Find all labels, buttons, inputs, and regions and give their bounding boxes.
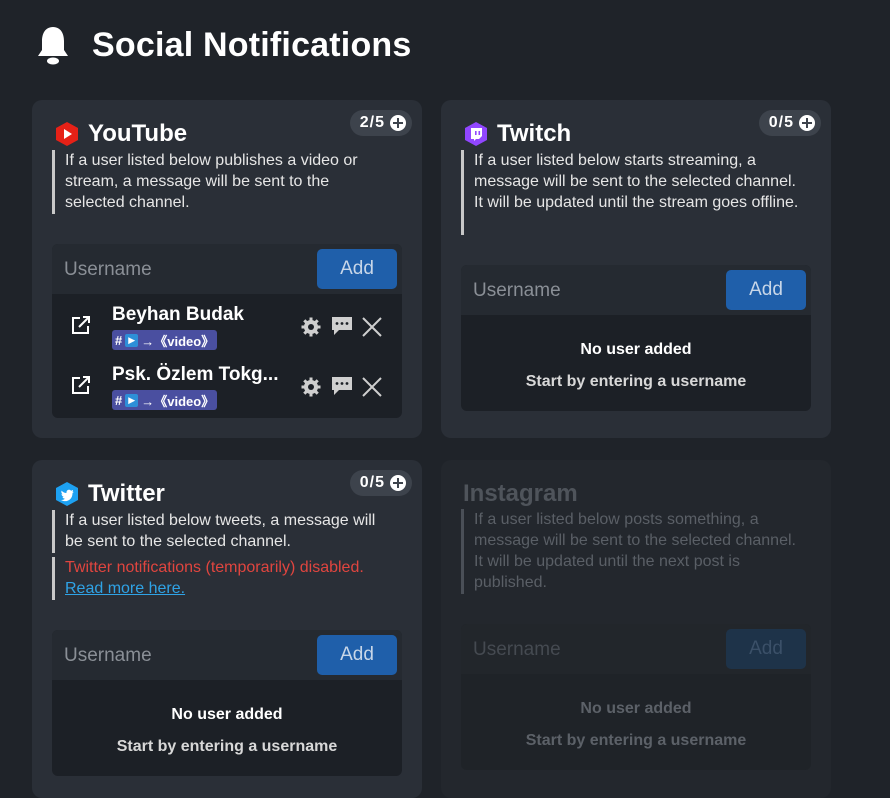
instagram-title: Instagram <box>463 480 578 507</box>
channel-tag[interactable]: # ▶ →《video》 <box>112 390 218 410</box>
close-icon[interactable] <box>362 377 382 397</box>
channel-tag[interactable]: # ▶ →《video》 <box>112 330 218 350</box>
twitter-counter[interactable]: 0/5 <box>349 470 412 496</box>
twitter-panel: Add No user added Start by entering a us… <box>52 630 402 776</box>
bell-icon <box>38 27 68 65</box>
external-link-icon[interactable] <box>70 374 92 396</box>
twitter-icon <box>56 482 78 506</box>
page-title: Social Notifications <box>92 25 412 64</box>
youtube-add-button[interactable]: Add <box>317 249 397 289</box>
gear-icon[interactable] <box>301 317 321 337</box>
twitch-card: Twitch 0/5 If a user listed below starts… <box>441 100 831 438</box>
add-icon[interactable] <box>389 474 407 492</box>
instagram-input-row: Add <box>461 624 811 676</box>
empty-state: No user added Start by entering a userna… <box>116 706 338 755</box>
twitch-add-button[interactable]: Add <box>726 270 806 310</box>
video-channel-icon: ▶ <box>125 393 139 407</box>
youtube-description: If a user listed below publishes a video… <box>52 150 387 214</box>
message-icon[interactable] <box>331 376 353 396</box>
twitch-title: Twitch <box>463 120 571 148</box>
list-item: Beyhan Budak # ▶ →《video》 <box>52 294 402 354</box>
video-channel-icon: ▶ <box>125 333 139 347</box>
read-more-link[interactable]: Read more here. <box>65 580 185 597</box>
twitter-input-row: Add <box>52 630 402 682</box>
twitch-counter[interactable]: 0/5 <box>758 110 821 136</box>
message-icon[interactable] <box>331 316 353 336</box>
youtube-icon <box>56 122 78 146</box>
page-header: Social Notifications <box>36 24 412 66</box>
twitter-title: Twitter <box>54 480 165 508</box>
twitter-warning: Twitter notifications (temporarily) disa… <box>52 557 397 600</box>
youtube-panel: Add Beyhan Budak #▶→《video》 P <box>52 244 402 418</box>
twitter-username-input[interactable] <box>52 630 326 682</box>
external-link-icon[interactable] <box>70 314 92 336</box>
instagram-add-button[interactable]: Add <box>726 629 806 669</box>
twitch-description: If a user listed below starts streaming,… <box>461 150 806 235</box>
twitter-add-button[interactable]: Add <box>317 635 397 675</box>
add-icon[interactable] <box>798 114 816 132</box>
twitch-icon <box>465 122 487 146</box>
instagram-panel: Add No user added Start by entering a us… <box>461 624 811 770</box>
list-item: Psk. Özlem Tokg... # ▶ →《video》 <box>52 354 402 414</box>
twitter-description: If a user listed below tweets, a message… <box>52 510 397 553</box>
empty-state: No user added Start by entering a userna… <box>525 341 747 390</box>
twitch-username-input[interactable] <box>461 265 735 317</box>
twitter-card: Twitter 0/5 If a user listed below tweet… <box>32 460 422 798</box>
empty-state: No user added Start by entering a userna… <box>525 700 747 749</box>
instagram-username-input[interactable] <box>461 624 735 676</box>
youtube-title: YouTube <box>54 120 187 148</box>
youtube-card: YouTube 2/5 If a user listed below publi… <box>32 100 422 438</box>
youtube-counter[interactable]: 2/5 <box>349 110 412 136</box>
youtube-username-input[interactable] <box>52 244 326 296</box>
instagram-description: If a user listed below posts something, … <box>461 509 806 594</box>
instagram-card: Instagram If a user listed below posts s… <box>441 460 831 798</box>
twitch-input-row: Add <box>461 265 811 317</box>
user-name: Beyhan Budak <box>112 304 244 325</box>
twitch-panel: Add No user added Start by entering a us… <box>461 265 811 411</box>
gear-icon[interactable] <box>301 377 321 397</box>
add-icon[interactable] <box>389 114 407 132</box>
close-icon[interactable] <box>362 317 382 337</box>
user-name: Psk. Özlem Tokg... <box>112 364 279 385</box>
youtube-input-row: Add <box>52 244 402 296</box>
